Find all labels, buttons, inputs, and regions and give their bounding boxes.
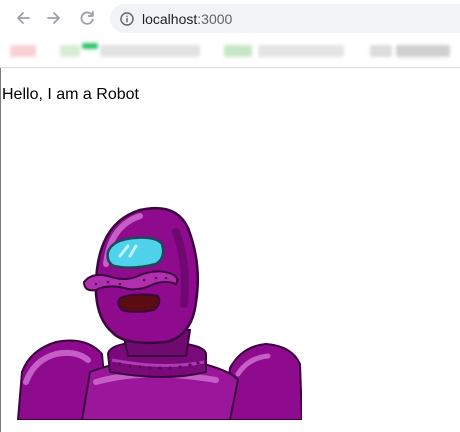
bookmark-item[interactable] — [224, 45, 252, 57]
robot-illustration — [16, 206, 302, 420]
forward-arrow-icon — [47, 12, 60, 24]
back-arrow-icon — [17, 12, 30, 24]
bookmark-item[interactable] — [82, 43, 98, 49]
bookmark-item[interactable] — [100, 45, 200, 57]
bookmark-item[interactable] — [10, 45, 36, 57]
reload-button[interactable] — [77, 8, 97, 28]
forward-button[interactable] — [44, 8, 64, 28]
address-bar[interactable]: localhost:3000 — [110, 4, 460, 33]
back-button[interactable] — [13, 8, 33, 28]
bookmark-item[interactable] — [60, 45, 80, 57]
info-icon[interactable] — [120, 11, 134, 26]
url-port: :3000 — [197, 10, 233, 27]
page-left-border — [0, 68, 1, 432]
bookmarks-bar — [0, 37, 460, 68]
bookmark-item[interactable] — [370, 45, 392, 57]
reload-icon — [80, 10, 94, 25]
url-text: localhost:3000 — [142, 11, 232, 27]
page-content: Hello, I am a Robot — [0, 68, 460, 432]
browser-toolbar: localhost:3000 — [0, 0, 460, 37]
page-heading: Hello, I am a Robot — [2, 86, 139, 103]
bookmark-item[interactable] — [396, 45, 450, 57]
url-host: localhost — [142, 10, 198, 27]
bookmark-item[interactable] — [258, 45, 344, 57]
